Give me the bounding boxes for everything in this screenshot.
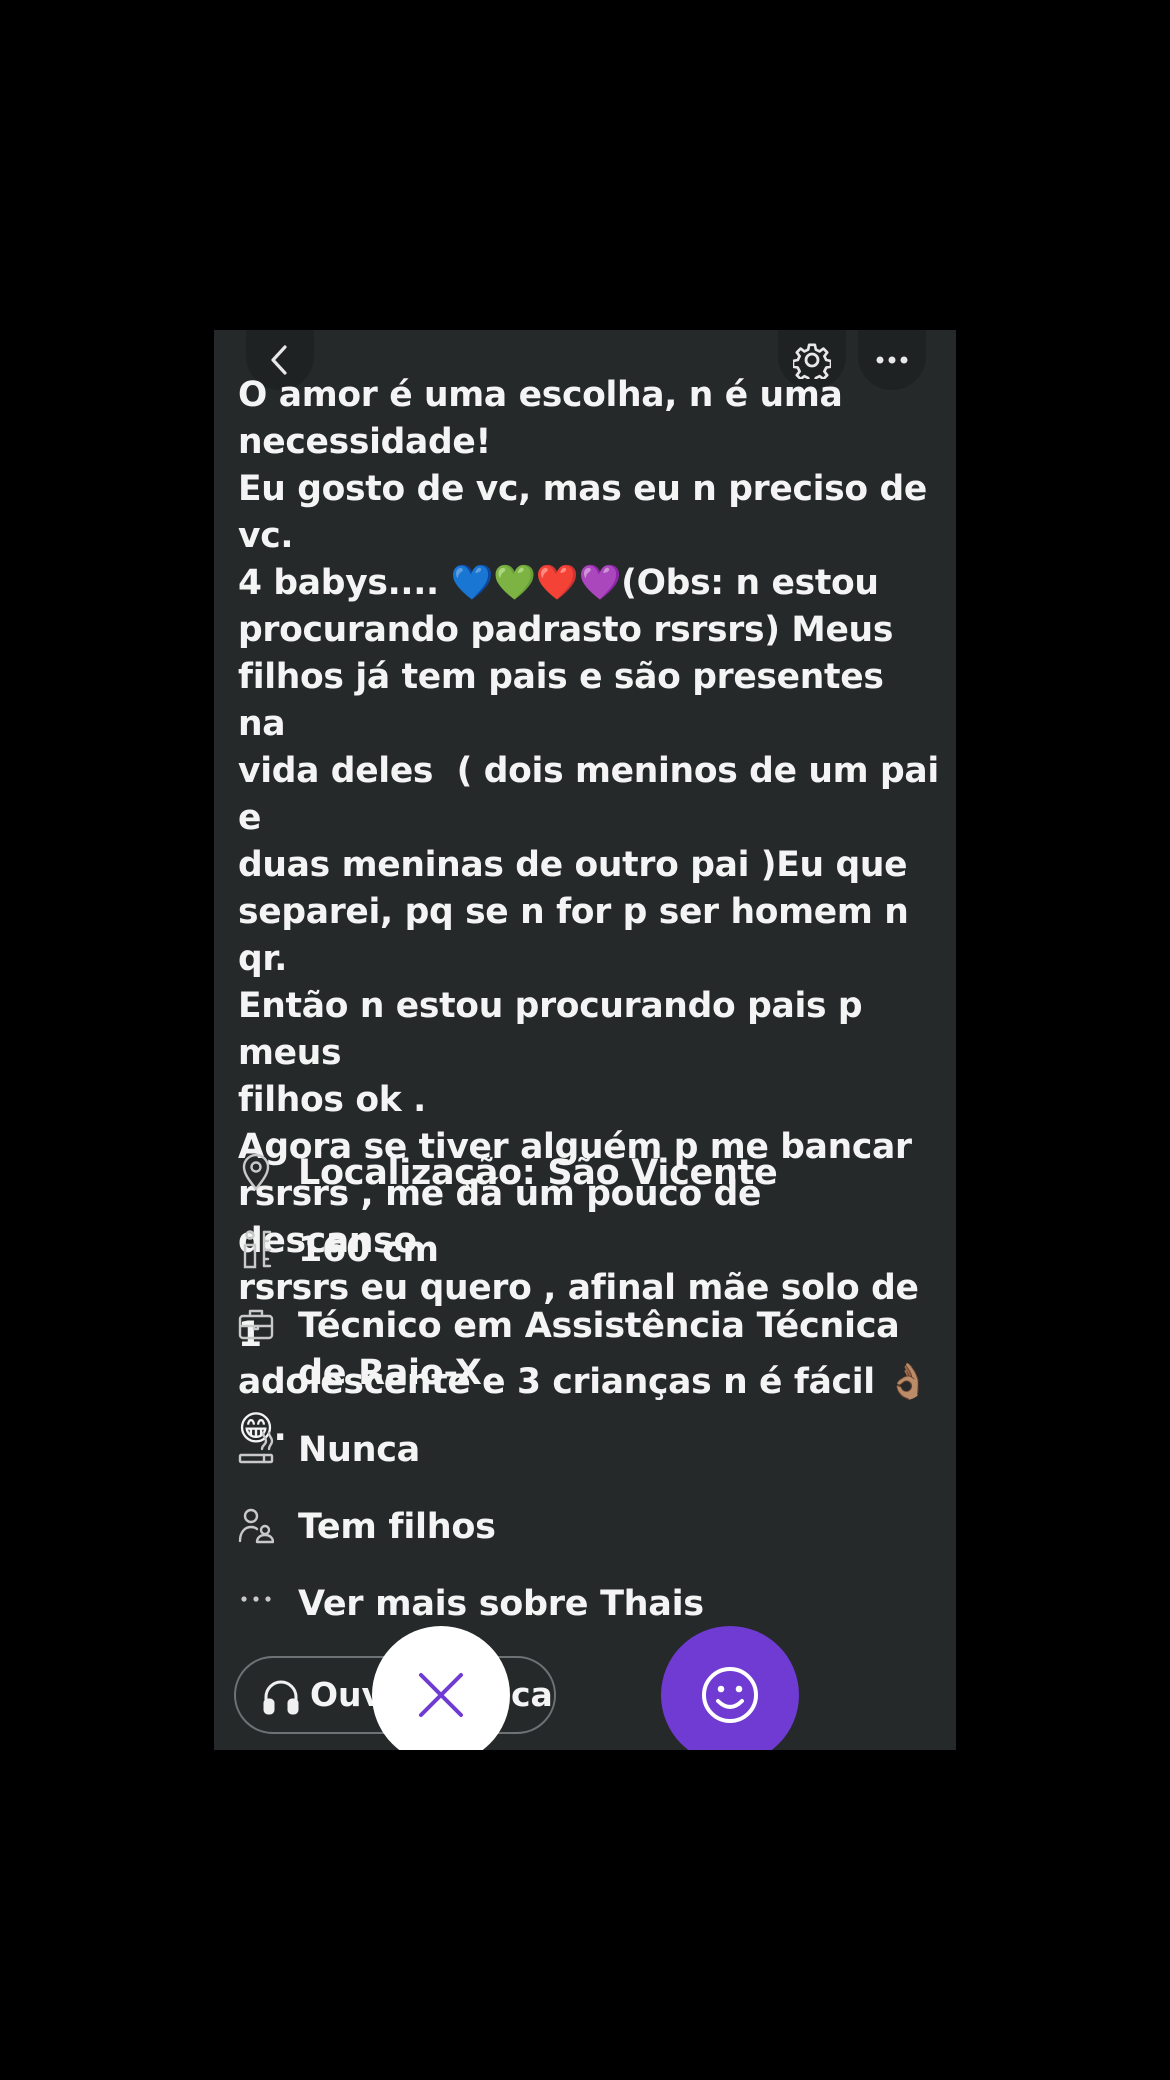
like-button[interactable]	[661, 1626, 799, 1750]
more-dots-icon	[241, 1596, 271, 1602]
smiley-icon	[702, 1667, 758, 1723]
pass-button[interactable]	[372, 1626, 510, 1750]
more-dots-icon	[876, 356, 908, 364]
briefcase-icon	[238, 1309, 274, 1340]
detail-text: Nunca	[298, 1430, 420, 1470]
detail-text: Técnico em Assistência Técnica de Raio-X	[298, 1306, 900, 1393]
close-icon	[419, 1673, 463, 1717]
profile-bio: O amor é uma escolha, n é uma necessidad…	[238, 375, 939, 1449]
see-more-label: Ver mais sobre Thais	[298, 1584, 704, 1624]
location-pin-icon	[242, 1153, 270, 1191]
detail-text: Tem filhos	[298, 1507, 496, 1547]
profile-screen: O amor é uma escolha, n é uma necessidad…	[214, 330, 956, 1750]
smoking-icon	[238, 1431, 274, 1464]
headphones-icon	[263, 1680, 299, 1715]
detail-text: Localização: São Vicente	[298, 1153, 778, 1193]
detail-text: 160 cm	[298, 1230, 439, 1270]
children-icon	[238, 1508, 274, 1544]
height-icon	[243, 1230, 272, 1269]
